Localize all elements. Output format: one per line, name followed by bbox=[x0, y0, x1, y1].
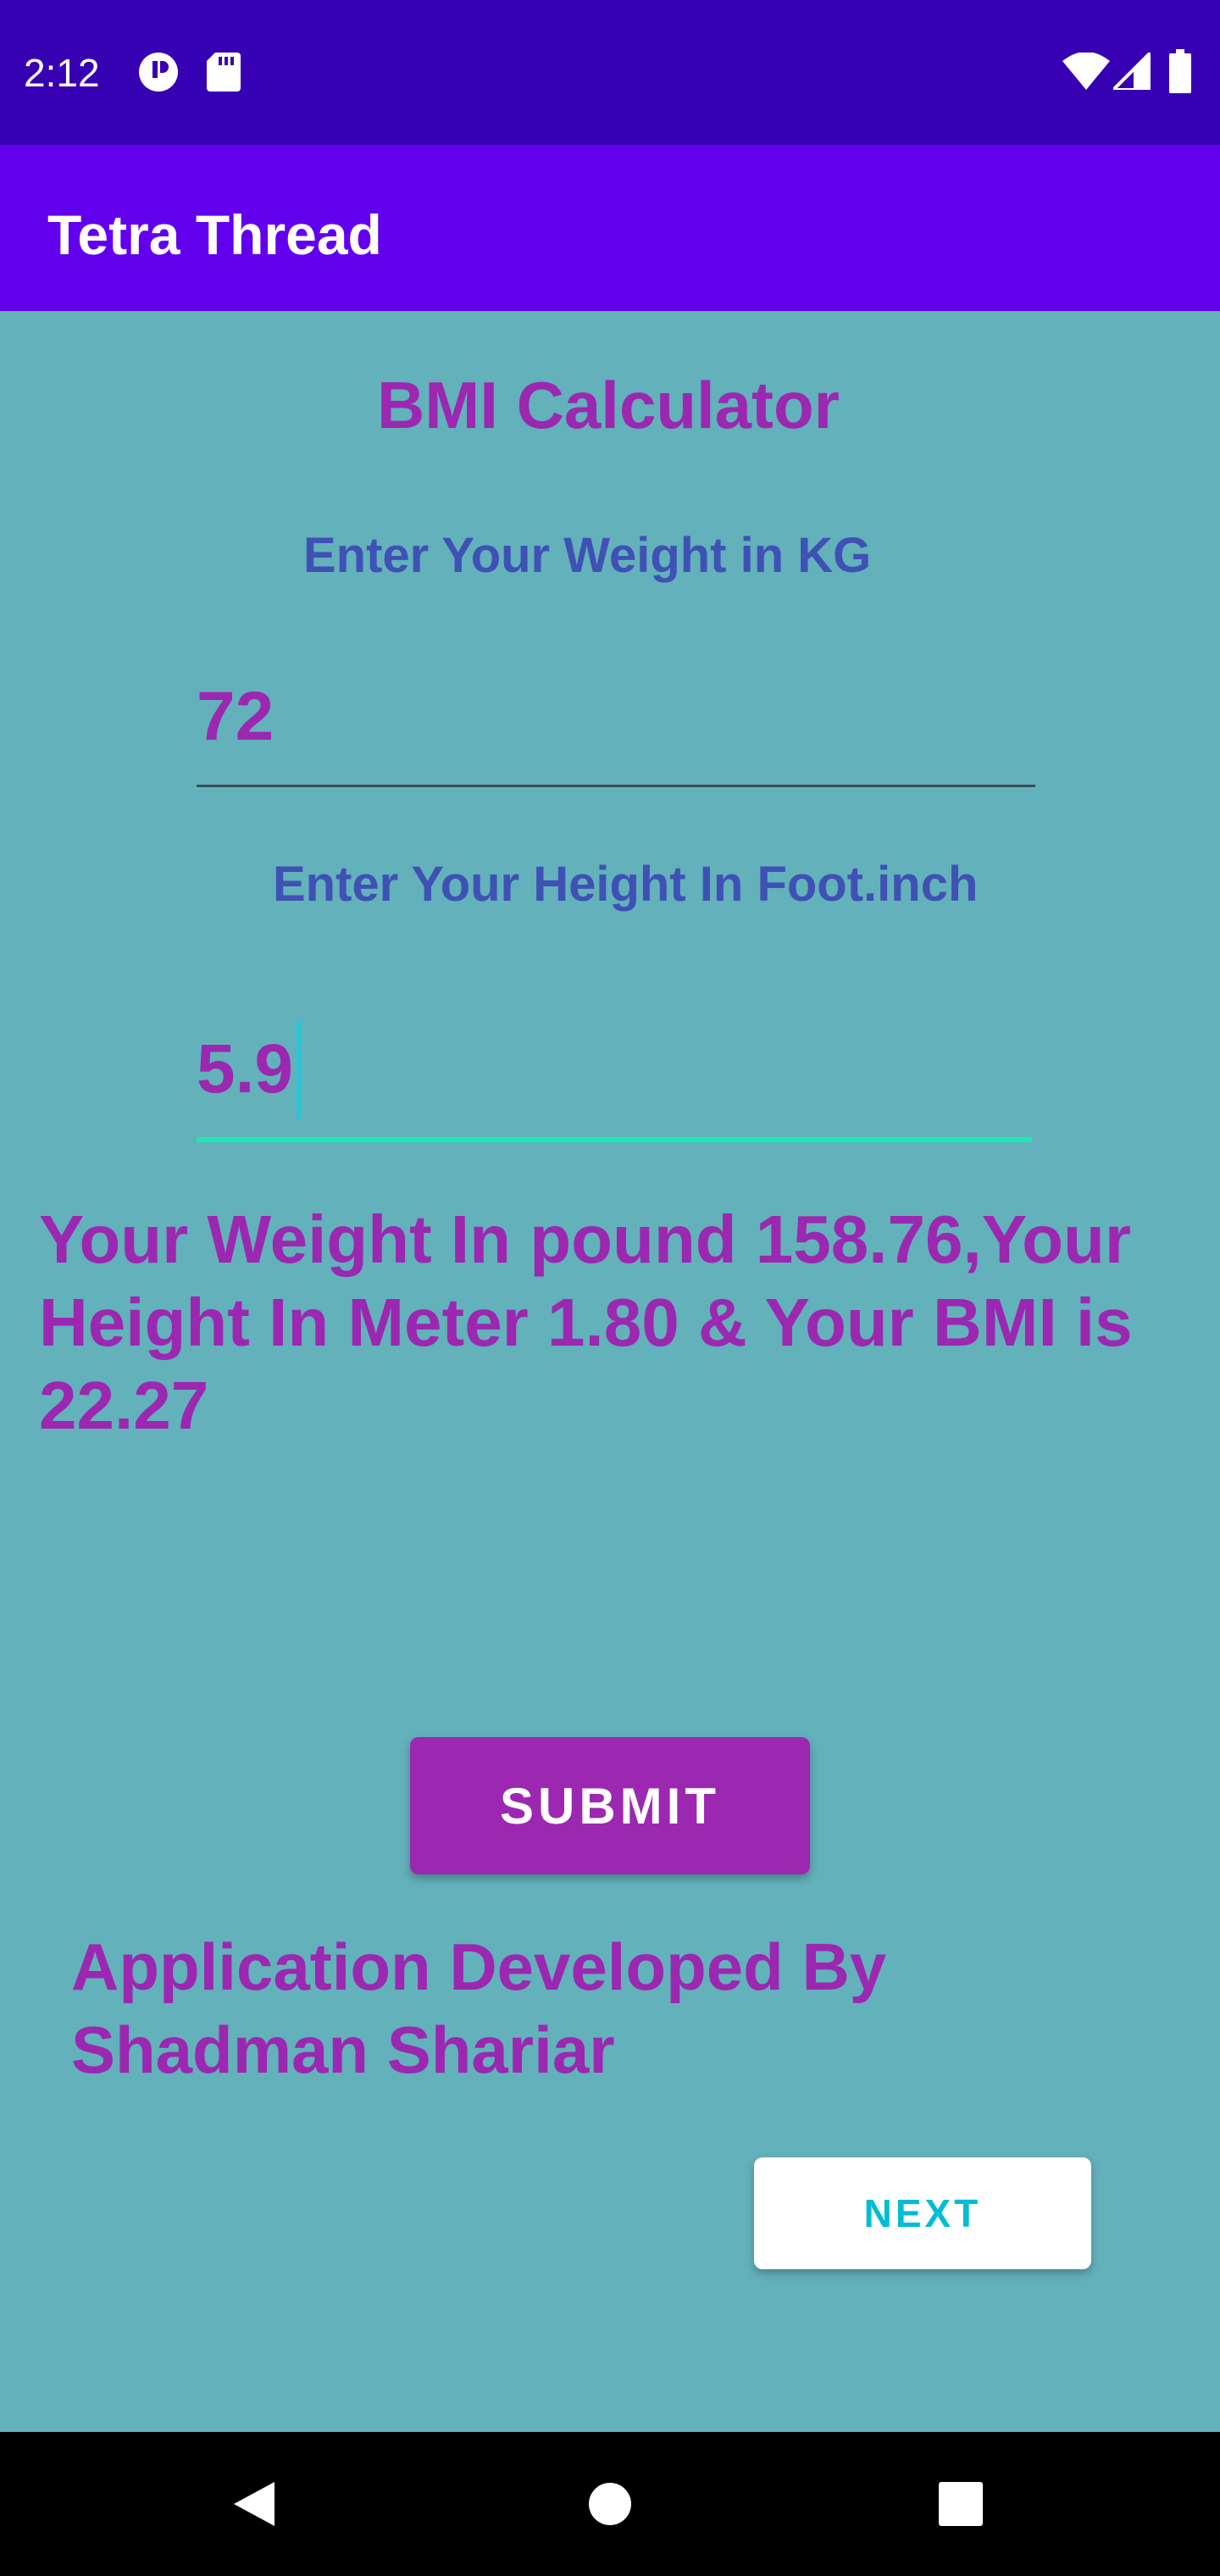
sd-card-icon bbox=[207, 53, 241, 92]
weight-label: Enter Your Weight in KG bbox=[303, 528, 872, 583]
developer-credit: Application Developed By Shadman Shariar bbox=[71, 1929, 887, 2087]
height-label: Enter Your Height In Foot.inch bbox=[273, 857, 979, 912]
height-input[interactable]: 5.9 bbox=[197, 1010, 1035, 1129]
status-bar: 2:12 bbox=[0, 0, 1220, 145]
weight-input-underline bbox=[197, 785, 1035, 787]
app-title: Tetra Thread bbox=[47, 203, 382, 266]
home-icon[interactable] bbox=[542, 2432, 678, 2576]
submit-button[interactable]: SUBMIT bbox=[410, 1737, 810, 1874]
screen: 2:12 Tetra Thread BMI Calculator Enter Y… bbox=[0, 0, 1220, 2576]
page-title: BMI Calculator bbox=[376, 368, 840, 442]
wifi-icon bbox=[1062, 53, 1110, 90]
weight-input[interactable]: 72 bbox=[197, 658, 1035, 776]
status-time: 2:12 bbox=[24, 51, 100, 95]
app-bar: Tetra Thread bbox=[0, 145, 1220, 311]
cellular-signal-icon bbox=[1113, 53, 1151, 90]
weight-input-value: 72 bbox=[197, 678, 274, 755]
bmi-result-text: Your Weight In pound 158.76,Your Height … bbox=[39, 1202, 1133, 1443]
notification-app-icon bbox=[137, 51, 180, 93]
navigation-bar bbox=[0, 2432, 1220, 2576]
battery-icon bbox=[1169, 49, 1191, 93]
next-button[interactable]: NEXT bbox=[754, 2157, 1091, 2269]
recents-icon[interactable] bbox=[893, 2432, 1029, 2576]
height-input-underline bbox=[197, 1137, 1032, 1142]
back-icon[interactable] bbox=[186, 2432, 322, 2576]
height-input-value: 5.9 bbox=[197, 1030, 293, 1108]
text-cursor bbox=[297, 1020, 301, 1119]
